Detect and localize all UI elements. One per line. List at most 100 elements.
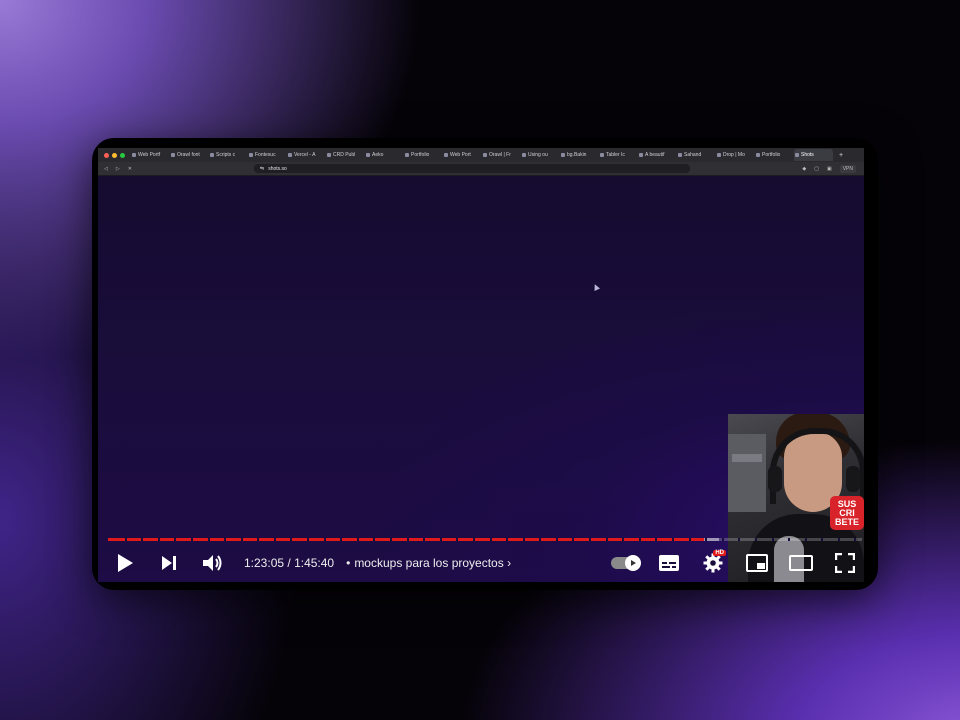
sidebar-icon: ▢ xyxy=(814,165,819,172)
browser-tab: Aeko xyxy=(365,152,404,158)
tab-label: Portfolio xyxy=(411,152,430,158)
tab-label: Portfolio xyxy=(762,152,781,158)
subscribe-badge[interactable]: SUS CRI BETE xyxy=(830,496,864,530)
browser-tabs: Web Portf Orawl font Scripts c Fontesuc Verc… xyxy=(131,149,833,161)
device-frame: Web Portf Orawl font Scripts c Fontesuc Verc… xyxy=(92,138,878,590)
tab-favicon-icon xyxy=(795,153,799,157)
tab-favicon-icon xyxy=(600,153,604,157)
play-icon xyxy=(118,554,133,572)
chapter-marker xyxy=(124,538,127,541)
chapter-marker xyxy=(837,538,840,541)
chapter-marker xyxy=(605,538,608,541)
subtitles-button[interactable] xyxy=(652,548,686,578)
browser-tab: Portfolio xyxy=(404,152,443,158)
fullscreen-button[interactable] xyxy=(828,548,862,578)
browser-tab-bar: Web Portf Orawl font Scripts c Fontesuc Verc… xyxy=(98,148,864,162)
chapter-marker xyxy=(771,538,774,541)
chapter-marker xyxy=(638,538,641,541)
tab-favicon-icon xyxy=(483,153,487,157)
chapter-marker xyxy=(389,538,392,541)
maximize-window-icon xyxy=(120,152,125,158)
miniplayer-button[interactable] xyxy=(740,548,774,578)
chapter-marker xyxy=(340,538,343,541)
tab-favicon-icon xyxy=(678,153,682,157)
browser-tab: Orawl | Fr xyxy=(482,152,521,158)
chapter-marker xyxy=(373,538,376,541)
tab-label: Using ou xyxy=(528,152,548,158)
window-controls xyxy=(98,152,131,158)
fullscreen-icon xyxy=(835,553,855,573)
subtitles-icon xyxy=(659,555,679,571)
tab-label: CRD Publ xyxy=(333,152,356,158)
tab-favicon-icon xyxy=(132,153,136,157)
browser-tab: Web Port xyxy=(443,152,482,158)
browser-tab: Tabler Ic xyxy=(599,152,638,158)
chapter-marker xyxy=(273,538,276,541)
next-button[interactable] xyxy=(152,548,186,578)
theater-mode-button[interactable] xyxy=(784,548,818,578)
next-icon xyxy=(162,556,176,570)
time-display: 1:23:05 / 1:45:40 xyxy=(244,556,334,570)
tab-favicon-icon xyxy=(444,153,448,157)
close-window-icon xyxy=(104,152,109,158)
gear-icon xyxy=(703,553,723,573)
browser-tab: Vercel - A xyxy=(287,152,326,158)
chapter-marker xyxy=(190,538,193,541)
browser-address-bar: ◁ ▷ ✕ ⇋ shots.so ◆ ▢ ▣ VPN xyxy=(98,162,864,176)
url-text: shots.so xyxy=(268,165,287,172)
video-progress-bar[interactable] xyxy=(108,538,862,541)
chapter-marker xyxy=(174,538,177,541)
chapter-marker xyxy=(406,538,409,541)
tab-favicon-icon xyxy=(405,153,409,157)
volume-icon xyxy=(203,555,222,571)
tab-label: Shots xyxy=(801,152,814,158)
tab-favicon-icon xyxy=(522,153,526,157)
chapter-marker xyxy=(439,538,442,541)
play-button[interactable] xyxy=(108,548,142,578)
autoplay-toggle[interactable] xyxy=(608,548,642,578)
tab-label: Aeko xyxy=(372,152,384,158)
browser-tab: Sahand xyxy=(677,152,716,158)
settings-button[interactable]: HD xyxy=(696,548,730,578)
chapter-marker xyxy=(671,538,674,541)
browser-tab: Orawl font xyxy=(170,152,209,158)
tab-label: bg.Bakin xyxy=(567,152,587,158)
tab-label: A beautif xyxy=(645,152,665,158)
chapter-marker xyxy=(589,538,592,541)
chapter-button[interactable]: • mockups para los proyectos › xyxy=(342,556,511,570)
chapter-title: mockups para los proyectos xyxy=(354,556,504,570)
browser-tab: bg.Bakin xyxy=(560,152,599,158)
browser-tab: Drop | Mo xyxy=(716,152,755,158)
tab-label: Vercel - A xyxy=(294,152,316,158)
chapter-marker xyxy=(307,538,310,541)
chapter-marker xyxy=(804,538,807,541)
tab-label: Drop | Mo xyxy=(723,152,745,158)
video-screen: Web Portf Orawl font Scripts c Fontesuc Verc… xyxy=(98,148,864,582)
shelf-box xyxy=(732,454,762,462)
chapter-marker xyxy=(622,538,625,541)
browser-tab: Portfolio xyxy=(755,152,794,158)
theater-mode-icon xyxy=(789,555,813,571)
chapter-marker xyxy=(323,538,326,541)
vpn-badge: VPN xyxy=(839,164,856,173)
url-field: ⇋ shots.so xyxy=(254,164,690,173)
volume-button[interactable] xyxy=(196,548,230,578)
chapter-marker xyxy=(356,538,359,541)
time-total: 1:45:40 xyxy=(294,556,335,570)
tab-label: Web Portf xyxy=(138,152,161,158)
background-shelf xyxy=(728,434,766,512)
chapter-marker xyxy=(506,538,509,541)
time-separator: / xyxy=(284,556,295,570)
chapter-marker xyxy=(539,538,542,541)
chapter-marker xyxy=(655,538,658,541)
chapter-marker xyxy=(207,538,210,541)
tab-favicon-icon xyxy=(210,153,214,157)
chevron-right-icon: › xyxy=(507,556,512,570)
tab-label: Web Port xyxy=(450,152,471,158)
chapter-marker xyxy=(141,538,144,541)
tab-label: Tabler Ic xyxy=(606,152,625,158)
tab-favicon-icon xyxy=(288,153,292,157)
chapter-marker xyxy=(788,538,791,541)
forward-icon: ▷ xyxy=(115,165,120,172)
tab-label: Orawl font xyxy=(177,152,200,158)
